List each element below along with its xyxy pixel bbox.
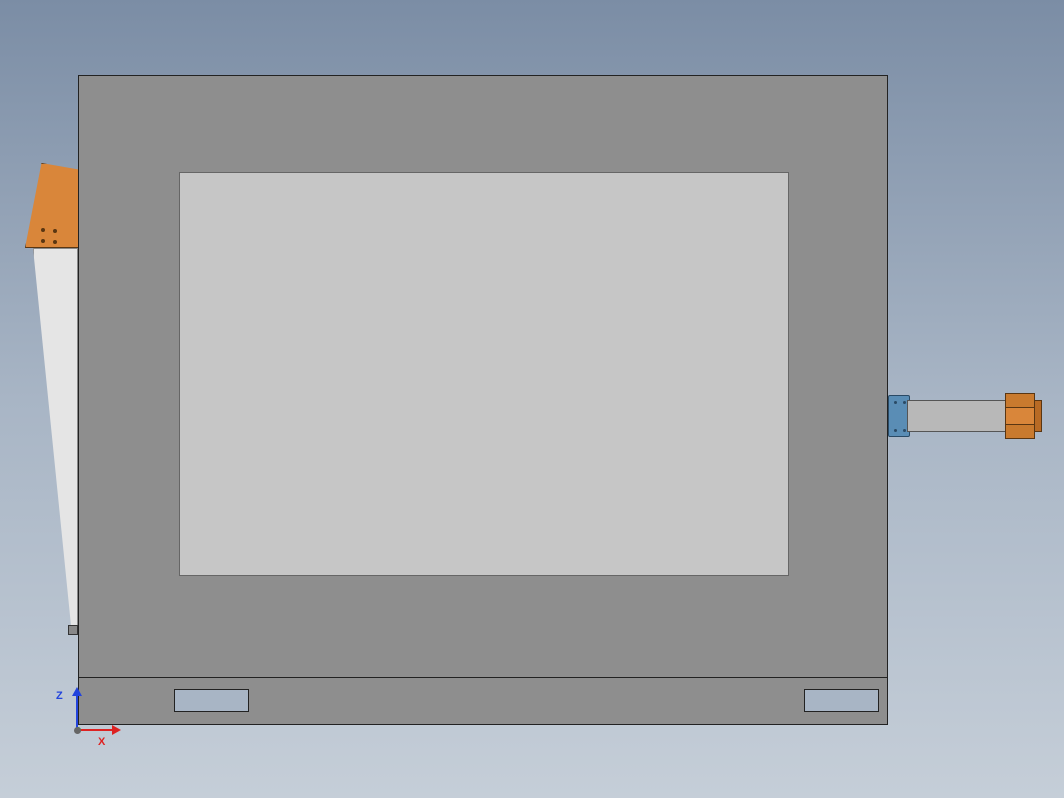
z-axis-arrow-icon [72, 687, 82, 696]
bolt-hole [41, 239, 45, 243]
frame-divider [79, 677, 887, 678]
bolt-hole [41, 228, 45, 232]
left-connector [68, 625, 78, 635]
bolt-hole [903, 401, 906, 404]
x-axis-line [78, 729, 114, 731]
bolt-hole [894, 429, 897, 432]
right-cutout-slot [804, 689, 879, 712]
bracket-body [25, 163, 80, 248]
bolt-hole [53, 229, 57, 233]
z-axis-label: Z [56, 690, 63, 702]
arm-end-middle [1005, 407, 1035, 425]
left-wedge-panel [33, 248, 78, 628]
main-frame-assembly[interactable] [78, 75, 888, 725]
x-axis-label: X [98, 736, 105, 748]
arm-end-bottom [1005, 424, 1035, 439]
bolt-hole [894, 401, 897, 404]
view-axis-triad[interactable]: Z X [56, 690, 116, 750]
axis-origin [74, 727, 81, 734]
z-axis-line [76, 694, 78, 730]
arm-tip [1034, 400, 1042, 432]
bolt-hole [903, 429, 906, 432]
right-extension-arm [907, 400, 1007, 432]
x-axis-arrow-icon [112, 725, 121, 735]
inner-panel [179, 172, 789, 576]
left-mounting-bracket [25, 163, 80, 253]
left-cutout-slot [174, 689, 249, 712]
bolt-hole [53, 240, 57, 244]
arm-end-top [1005, 393, 1035, 408]
